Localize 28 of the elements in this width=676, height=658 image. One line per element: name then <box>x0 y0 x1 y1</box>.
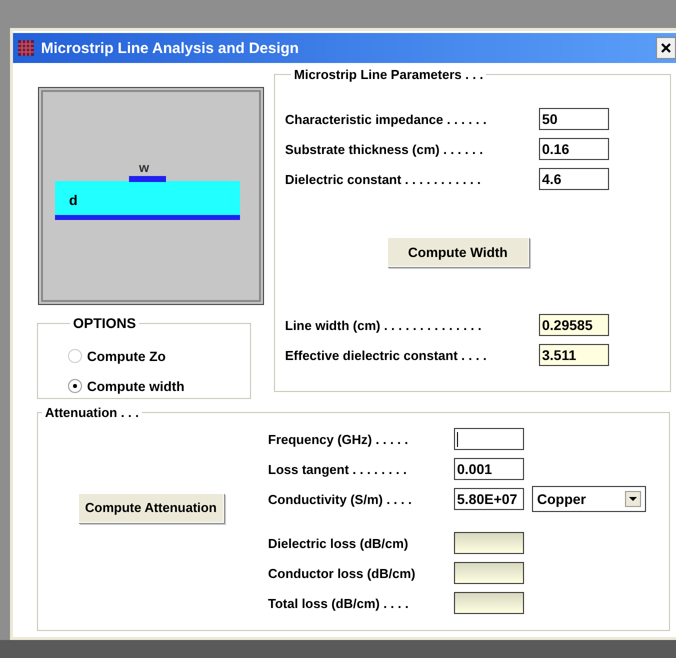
input-field[interactable]: 50 <box>539 108 609 130</box>
field-label: Characteristic impedance . . . . . . <box>285 112 488 126</box>
window-title: Microstrip Line Analysis and Design <box>41 40 300 56</box>
input-field[interactable]: 5.80E+07 <box>454 488 524 510</box>
field-label: Dielectric loss (dB/cm) <box>268 536 410 550</box>
field-label: Effective dielectric constant . . . . <box>285 348 488 362</box>
input-field[interactable]: 0.16 <box>539 138 609 160</box>
microstrip-diagram: w d <box>38 87 264 305</box>
field-label: Dielectric constant . . . . . . . . . . . <box>285 172 482 186</box>
field-label: Total loss (dB/cm) . . . . <box>268 596 410 610</box>
group-title: Microstrip Line Parameters . . . <box>293 67 484 82</box>
radio-option[interactable]: Compute width <box>68 371 250 401</box>
field-label: Loss tangent . . . . . . . . <box>268 462 408 476</box>
compute-attenuation-button[interactable]: Compute Attenuation <box>78 492 224 522</box>
group-title: OPTIONS <box>72 315 138 331</box>
output-field: 3.511 <box>539 344 609 366</box>
field-label: Frequency (GHz) . . . . . <box>268 432 410 446</box>
field-label: Substrate thickness (cm) . . . . . . <box>285 142 484 156</box>
material-dropdown[interactable]: Copper <box>532 486 646 512</box>
field-label: Line width (cm) . . . . . . . . . . . . . . <box>285 318 482 332</box>
output-field: 0.29585 <box>539 314 609 336</box>
input-field[interactable]: 4.6 <box>539 168 609 190</box>
input-field[interactable]: 0.001 <box>454 458 524 480</box>
group-title: Attenuation . . . <box>44 405 140 420</box>
field-label: Conductor loss (dB/cm) <box>268 566 416 580</box>
field-label: Conductivity (S/m) . . . . <box>268 492 413 506</box>
compute-width-button[interactable]: Compute Width <box>387 237 529 267</box>
radio-option[interactable]: Compute Zo <box>68 341 250 371</box>
